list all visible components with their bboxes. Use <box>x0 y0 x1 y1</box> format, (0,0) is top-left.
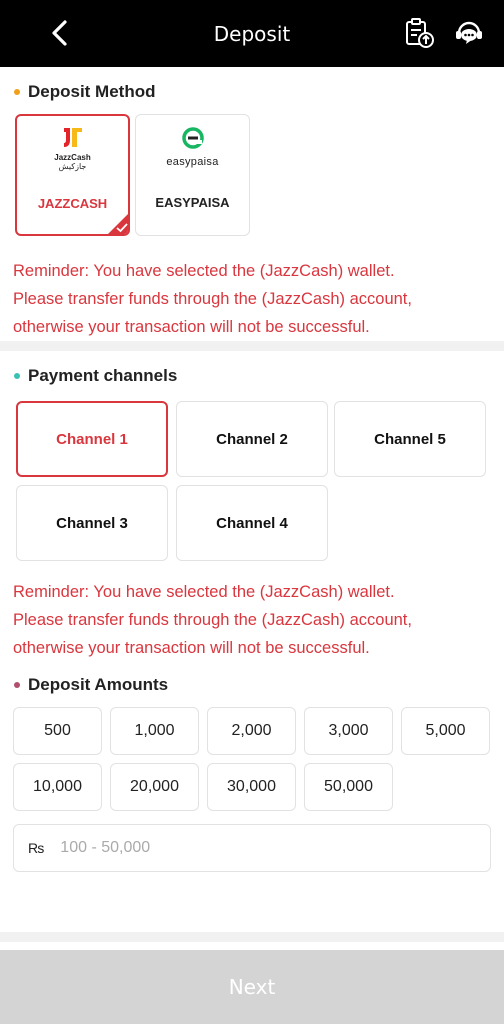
reminder-message: Reminder: You have selected the (JazzCas… <box>13 257 493 341</box>
amount-option[interactable]: 50,000 <box>304 763 393 811</box>
amount-option[interactable]: 500 <box>13 707 102 755</box>
channel-2-button[interactable]: Channel 2 <box>176 401 328 477</box>
reminder-line: Please transfer funds through the (JazzC… <box>13 290 412 308</box>
channel-5-button[interactable]: Channel 5 <box>334 401 486 477</box>
method-easypaisa[interactable]: easypaisa EASYPAISA <box>135 114 250 236</box>
deposit-method-title: Deposit Method <box>28 82 156 101</box>
reminder-message: Reminder: You have selected the (JazzCas… <box>13 578 493 662</box>
method-label: JAZZCASH <box>37 196 108 211</box>
section-dot-icon <box>14 373 20 379</box>
easypaisa-logo: easypaisa <box>136 127 249 168</box>
easypaisa-logo-icon <box>181 127 204 149</box>
channel-4-button[interactable]: Channel 4 <box>176 485 328 561</box>
reminder-line: Reminder: You have selected the (JazzCas… <box>13 262 395 280</box>
deposit-record-button[interactable] <box>402 16 436 50</box>
method-jazzcash[interactable]: JazzCash جازکیش JAZZCASH <box>15 114 130 236</box>
amount-option[interactable]: 10,000 <box>13 763 102 811</box>
section-divider <box>0 341 504 351</box>
method-label: EASYPAISA <box>155 195 230 210</box>
easypaisa-logo-text: easypaisa <box>166 156 219 168</box>
amount-input-field[interactable]: ₨ <box>13 824 491 872</box>
jazzcash-logo: JazzCash جازکیش <box>17 126 128 171</box>
selected-check-icon <box>108 214 128 234</box>
amount-input[interactable] <box>60 839 441 857</box>
amount-option[interactable]: 3,000 <box>304 707 393 755</box>
deposit-amounts-title: Deposit Amounts <box>28 675 169 694</box>
jazzcash-logo-urdu: جازکیش <box>58 162 87 171</box>
reminder-line: Please transfer funds through the (JazzC… <box>13 611 412 629</box>
jazzcash-logo-text: JazzCash <box>54 153 91 162</box>
section-dot-icon <box>14 682 20 688</box>
channel-1-button[interactable]: Channel 1 <box>16 401 168 477</box>
deposit-method-heading: Deposit Method <box>14 82 156 102</box>
payment-channels-heading: Payment channels <box>14 366 177 386</box>
channel-3-button[interactable]: Channel 3 <box>16 485 168 561</box>
payment-channels-title: Payment channels <box>28 366 178 385</box>
reminder-line: Reminder: You have selected the (JazzCas… <box>13 583 395 601</box>
customer-service-button[interactable] <box>452 16 486 50</box>
next-button[interactable]: Next <box>0 950 504 1024</box>
amount-option[interactable]: 2,000 <box>207 707 296 755</box>
reminder-line: otherwise your transaction will not be s… <box>13 639 370 657</box>
clipboard-upload-icon <box>406 18 434 48</box>
headset-chat-icon <box>456 21 482 44</box>
currency-symbol: ₨ <box>28 840 45 856</box>
section-dot-icon <box>14 89 20 95</box>
amount-option[interactable]: 1,000 <box>110 707 199 755</box>
deposit-amounts-heading: Deposit Amounts <box>14 675 168 695</box>
amount-option[interactable]: 20,000 <box>110 763 199 811</box>
amount-option[interactable]: 5,000 <box>401 707 490 755</box>
app-header: Deposit <box>0 0 504 67</box>
jazzcash-logo-icon <box>63 128 82 147</box>
amount-option[interactable]: 30,000 <box>207 763 296 811</box>
reminder-line: otherwise your transaction will not be s… <box>13 318 370 336</box>
section-divider <box>0 932 504 942</box>
